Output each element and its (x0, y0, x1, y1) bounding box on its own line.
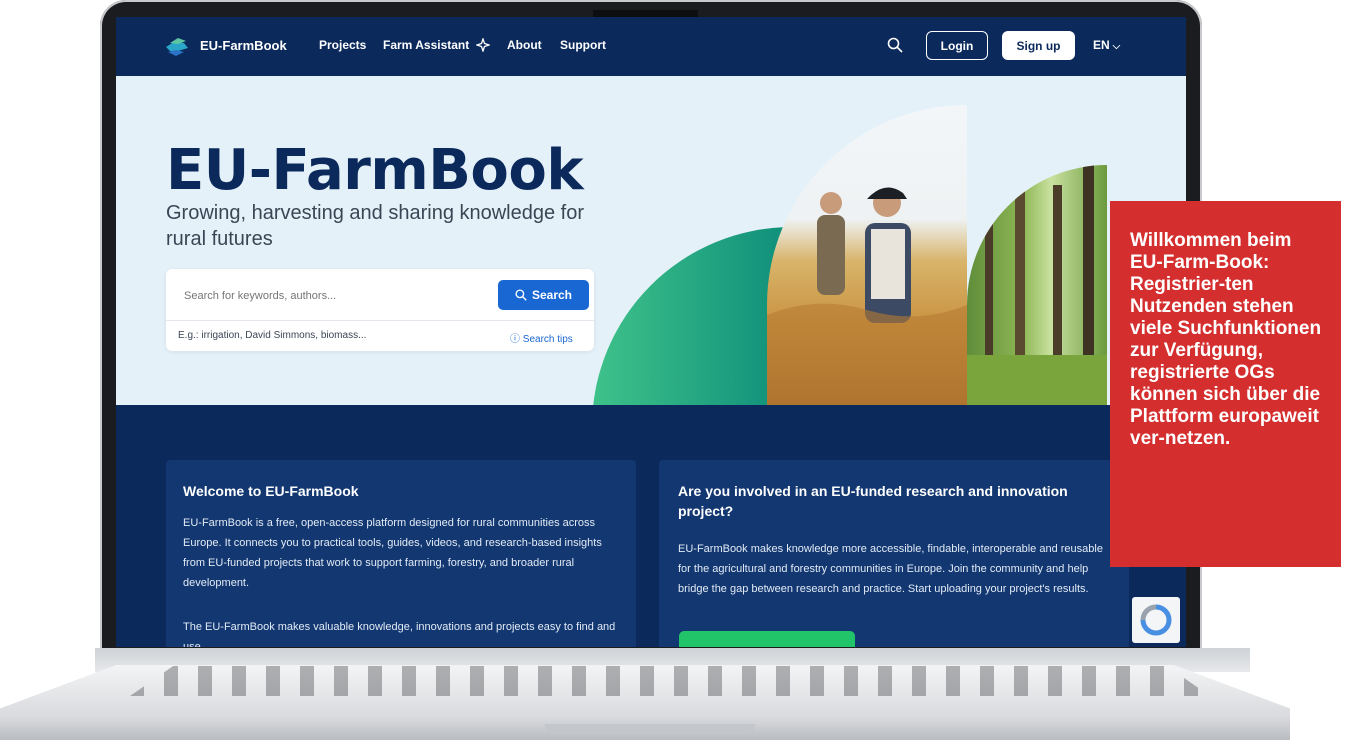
project-paragraph: EU-FarmBook makes knowledge more accessi… (678, 543, 1103, 595)
nav-link-farm-assistant[interactable]: Farm Assistant (383, 38, 469, 52)
project-title: Are you involved in an EU-funded researc… (678, 483, 1068, 519)
search-button-label: Search (531, 288, 573, 302)
laptop-keyboard (130, 666, 1210, 696)
laptop-screen: EU-FarmBook Projects Farm Assistant Abou… (116, 17, 1186, 647)
welcome-paragraph-1: EU-FarmBook is a free, open-access platf… (183, 517, 602, 589)
forest-image (967, 165, 1107, 405)
forest-trees-illustration (967, 165, 1107, 405)
signup-button[interactable]: Sign up (1002, 31, 1075, 60)
upload-results-button[interactable] (679, 631, 855, 647)
welcome-title: Welcome to EU-FarmBook (183, 483, 359, 499)
language-code: EN (1093, 38, 1110, 52)
farmers-illustration (767, 187, 967, 405)
nav-link-about[interactable]: About (507, 38, 542, 52)
search-divider (166, 320, 594, 321)
search-tips-label: Search tips (522, 334, 573, 345)
eu-farmbook-logo-icon[interactable] (164, 33, 190, 59)
search-tips-link[interactable]: ⓘ Search tips (510, 330, 573, 345)
laptop-opening-notch (545, 724, 755, 734)
farmers-wheat-field-image (767, 105, 967, 405)
top-navigation: EU-FarmBook Projects Farm Assistant Abou… (116, 17, 1186, 76)
green-quarter-shape (592, 227, 792, 427)
chevron-down-icon: ⌵ (1112, 41, 1121, 52)
search-input[interactable] (182, 289, 486, 303)
search-icon (515, 289, 527, 301)
search-example: E.g.: irrigation, David Simmons, biomass… (178, 330, 367, 341)
sparkle-icon (476, 38, 490, 52)
language-selector[interactable]: EN ⌵ (1093, 38, 1120, 52)
welcome-paragraph-2: The EU-FarmBook makes valuable knowledge… (183, 621, 616, 647)
nav-link-projects[interactable]: Projects (319, 38, 366, 52)
recaptcha-icon (1140, 604, 1172, 636)
brand-name[interactable]: EU-FarmBook (200, 38, 287, 53)
login-button[interactable]: Login (926, 31, 988, 60)
recaptcha-badge[interactable] (1132, 597, 1180, 643)
nav-link-support[interactable]: Support (560, 38, 606, 52)
hero-title: EU-FarmBook (166, 138, 584, 203)
search-button[interactable]: Search (498, 280, 589, 310)
callout-text: Willkommen beim EU-Farm-Book: Registrier… (1130, 230, 1322, 449)
info-icon: ⓘ (510, 334, 523, 345)
search-icon[interactable] (887, 37, 903, 53)
callout-box: Willkommen beim EU-Farm-Book: Registrier… (1110, 201, 1341, 567)
hero-subtitle: Growing, harvesting and sharing knowledg… (166, 202, 585, 250)
